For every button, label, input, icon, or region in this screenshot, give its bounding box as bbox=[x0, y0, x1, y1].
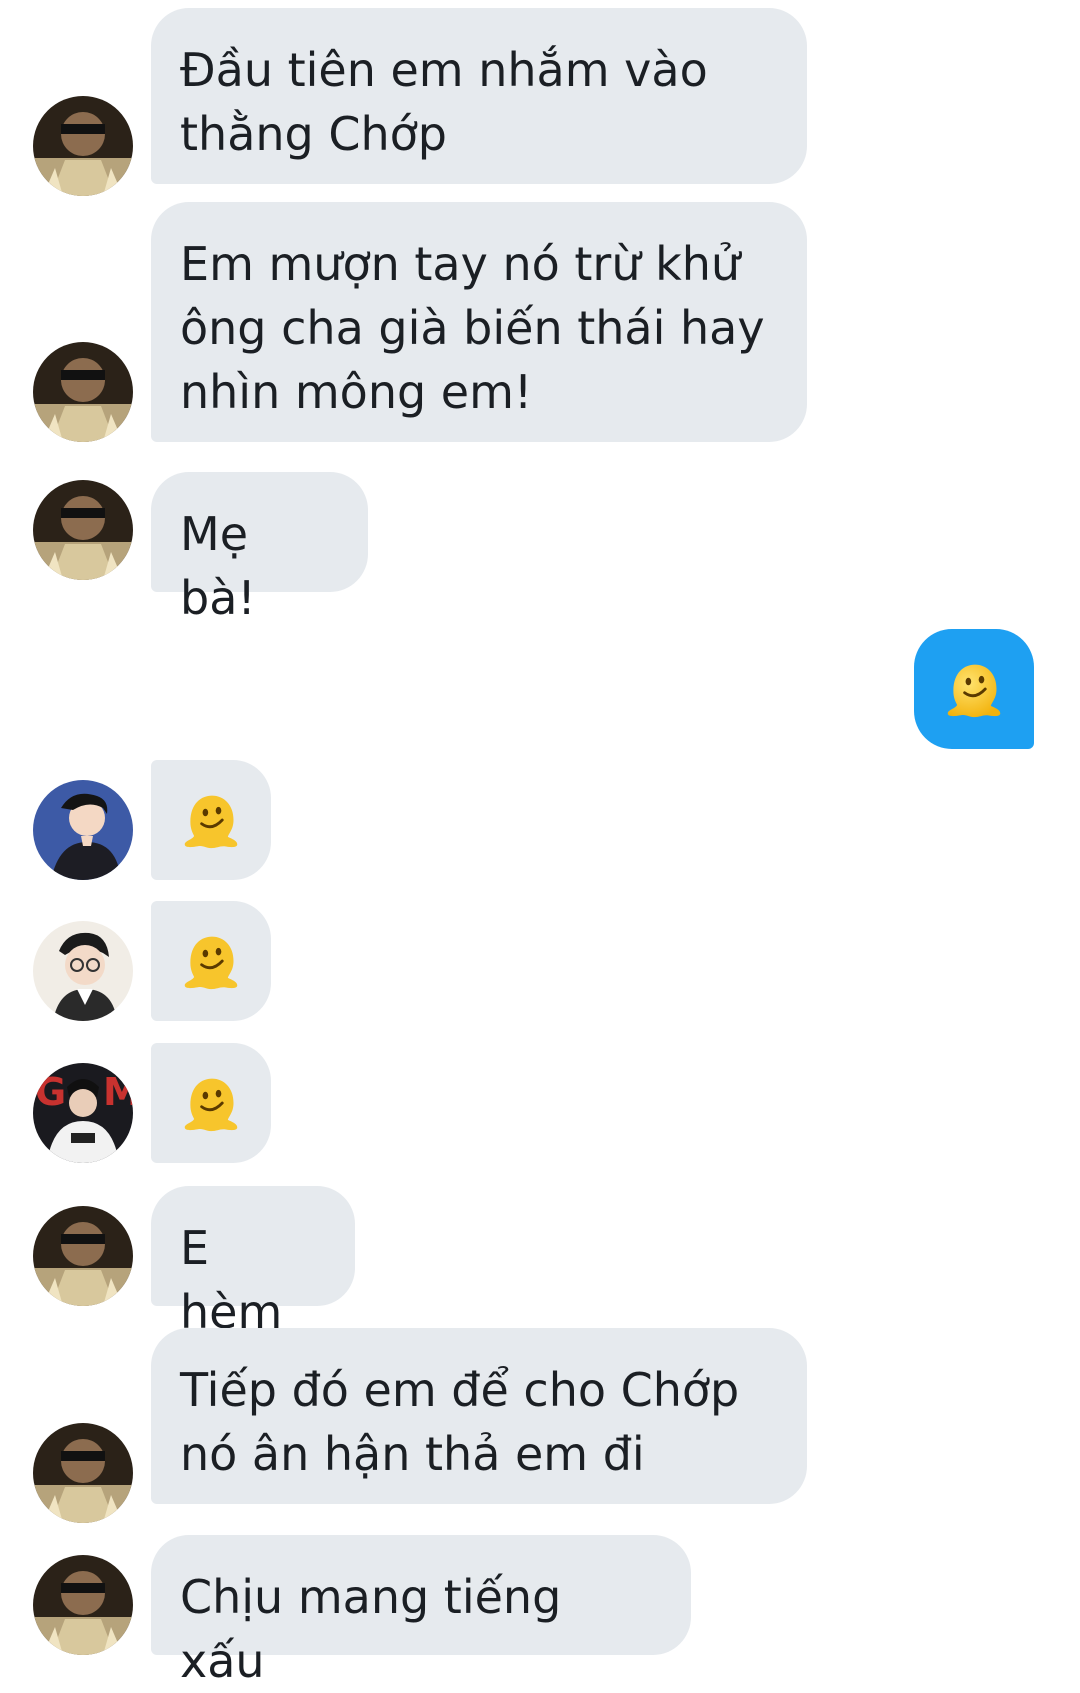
emoji-bubble[interactable] bbox=[151, 760, 271, 880]
message-row: E hèm bbox=[0, 1186, 1080, 1339]
message-row bbox=[0, 901, 1080, 1021]
blue-avatar-icon bbox=[33, 780, 133, 880]
melting-face-emoji-icon bbox=[947, 664, 1001, 718]
outgoing-emoji-bubble[interactable] bbox=[914, 629, 1034, 749]
dark-avatar-icon bbox=[33, 1555, 133, 1655]
melting-face-emoji-icon bbox=[184, 936, 238, 990]
dark-avatar-icon bbox=[33, 480, 133, 580]
message-bubble[interactable]: E hèm bbox=[151, 1186, 355, 1339]
message-row: G M bbox=[0, 1043, 1080, 1163]
sender-avatar[interactable] bbox=[33, 1555, 133, 1655]
svg-text:M: M bbox=[103, 1070, 133, 1114]
sender-avatar[interactable] bbox=[33, 1423, 133, 1523]
message-bubble[interactable]: Chịu mang tiếng xấu bbox=[151, 1535, 691, 1688]
emoji-bubble[interactable] bbox=[151, 901, 271, 1021]
sender-avatar[interactable] bbox=[33, 96, 133, 196]
melting-face-emoji-icon bbox=[184, 1078, 238, 1132]
gm-avatar-icon: G M bbox=[33, 1063, 133, 1163]
message-bubble[interactable]: Em mượn tay nó trừ khử ông cha già biến … bbox=[151, 202, 807, 442]
dark-avatar-icon bbox=[33, 342, 133, 442]
message-row: Chịu mang tiếng xấu bbox=[0, 1535, 1080, 1688]
melting-face-emoji-icon bbox=[184, 795, 238, 849]
sender-avatar[interactable]: G M bbox=[33, 1063, 133, 1163]
message-bubble[interactable]: Tiếp đó em để cho Chớp nó ân hận thả em … bbox=[151, 1328, 807, 1504]
sender-avatar[interactable] bbox=[33, 342, 133, 442]
dark-avatar-icon bbox=[33, 1206, 133, 1306]
message-bubble[interactable]: Mẹ bà! bbox=[151, 472, 368, 625]
sender-avatar[interactable] bbox=[33, 480, 133, 580]
message-row: Mẹ bà! bbox=[0, 472, 1080, 625]
message-bubble[interactable]: Đầu tiên em nhắm vào thằng Chớp bbox=[151, 8, 807, 184]
avatar-logo-text: G bbox=[35, 1070, 66, 1114]
message-row bbox=[0, 760, 1080, 880]
message-row: Em mượn tay nó trừ khử ông cha già biến … bbox=[0, 202, 1080, 442]
dark-avatar-icon bbox=[33, 1423, 133, 1523]
sender-avatar[interactable] bbox=[33, 780, 133, 880]
dark-avatar-icon bbox=[33, 96, 133, 196]
message-row: Tiếp đó em để cho Chớp nó ân hận thả em … bbox=[0, 1328, 1080, 1523]
message-row: Đầu tiên em nhắm vào thằng Chớp bbox=[0, 8, 1080, 196]
sender-avatar[interactable] bbox=[33, 921, 133, 1021]
sender-avatar[interactable] bbox=[33, 1206, 133, 1306]
emoji-bubble[interactable] bbox=[151, 1043, 271, 1163]
glasses-avatar-icon bbox=[33, 921, 133, 1021]
